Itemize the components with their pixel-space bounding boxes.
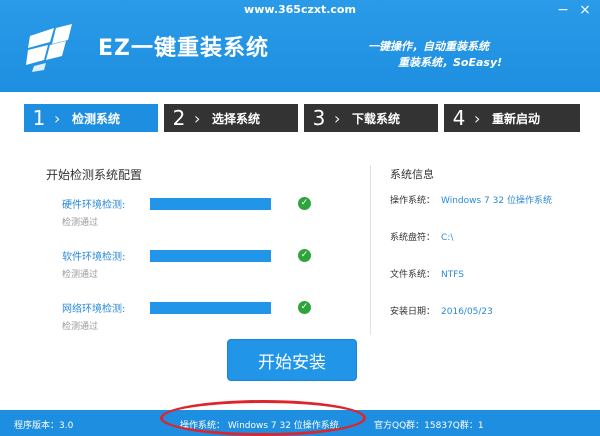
step-3-download[interactable]: 3 › 下载系统 xyxy=(304,104,438,132)
sysinfo-key: 系统盘符： xyxy=(390,233,436,243)
progress-bar-hardware xyxy=(150,198,271,210)
step-label: 检测系统 xyxy=(72,111,121,126)
step-number: 1 xyxy=(32,106,46,130)
check-status: 检测通过 xyxy=(62,270,99,280)
chevron-right-icon: › xyxy=(194,108,201,128)
check-item-software: 软件环境检测: 检测通过 xyxy=(62,248,125,280)
footer-qq-group[interactable]: 官方QQ群：15837Q群：1 xyxy=(374,418,484,431)
check-item-hardware: 硬件环境检测: 检测通过 xyxy=(62,196,125,228)
progress-bar-network xyxy=(150,302,271,314)
step-number: 4 xyxy=(452,106,466,130)
chevron-right-icon: › xyxy=(54,108,61,128)
sysinfo-row-os: 操作系统： Windows 7 32 位操作系统 xyxy=(390,193,552,206)
check-item-network: 网络环境检测: 检测通过 xyxy=(62,300,125,332)
sysinfo-row-drive: 系统盘符： C:\ xyxy=(390,230,453,243)
annotation-ellipse xyxy=(160,400,366,436)
check-status: 检测通过 xyxy=(62,322,99,332)
sysinfo-key: 文件系统： xyxy=(390,270,436,280)
step-label: 下载系统 xyxy=(352,111,401,126)
progress-bar-software xyxy=(150,250,271,262)
step-4-restart[interactable]: 4 › 重新启动 xyxy=(444,104,580,132)
check-ok-icon: ✓ xyxy=(298,249,311,262)
step-number: 3 xyxy=(312,106,326,130)
sysinfo-value: 2016/05/23 xyxy=(441,307,493,317)
check-label: 硬件环境检测: xyxy=(62,200,126,211)
minimize-button[interactable]: − xyxy=(555,3,571,17)
check-status: 检测通过 xyxy=(62,218,99,228)
app-title: EZ一键重装系统 xyxy=(98,36,269,61)
step-1-detect[interactable]: 1 › 检测系统 xyxy=(24,104,158,132)
slogan-line-1: 一键操作，自动重装系统 xyxy=(368,40,489,53)
step-2-select[interactable]: 2 › 选择系统 xyxy=(164,104,298,132)
program-version: 程序版本：3.0 xyxy=(14,421,74,431)
step-label: 选择系统 xyxy=(212,111,261,126)
check-ok-icon: ✓ xyxy=(298,197,311,210)
chevron-right-icon: › xyxy=(474,108,481,128)
check-label: 网络环境检测: xyxy=(62,304,126,315)
sysinfo-key: 安装日期： xyxy=(390,307,436,317)
slogan-line-2: 重装系统，SoEasy! xyxy=(398,56,503,69)
step-number: 2 xyxy=(172,106,186,130)
start-install-button[interactable]: 开始安装 xyxy=(227,339,357,381)
step-label: 重新启动 xyxy=(492,111,541,126)
sysinfo-key: 操作系统： xyxy=(390,196,436,206)
title-bar: www.365czxt.com − × EZ一键重装系统 一键操作，自动重装系统… xyxy=(0,0,600,92)
check-section-title: 开始检测系统配置 xyxy=(46,168,143,182)
sysinfo-value: Windows 7 32 位操作系统 xyxy=(441,196,552,206)
sysinfo-row-date: 安装日期： 2016/05/23 xyxy=(390,304,493,317)
check-ok-icon: ✓ xyxy=(298,301,311,314)
divider xyxy=(370,165,371,335)
sysinfo-row-filesystem: 文件系统： NTFS xyxy=(390,267,464,280)
step-bar: 1 › 检测系统 2 › 选择系统 3 › 下载系统 4 › 重新启动 xyxy=(24,104,580,132)
sysinfo-title: 系统信息 xyxy=(390,168,434,181)
sysinfo-value: NTFS xyxy=(441,270,464,280)
sysinfo-value: C:\ xyxy=(441,233,454,243)
check-label: 软件环境检测: xyxy=(62,252,126,263)
chevron-right-icon: › xyxy=(334,108,341,128)
close-button[interactable]: × xyxy=(577,3,593,17)
app-logo-icon xyxy=(26,24,72,72)
site-url: www.365czxt.com xyxy=(244,3,356,16)
